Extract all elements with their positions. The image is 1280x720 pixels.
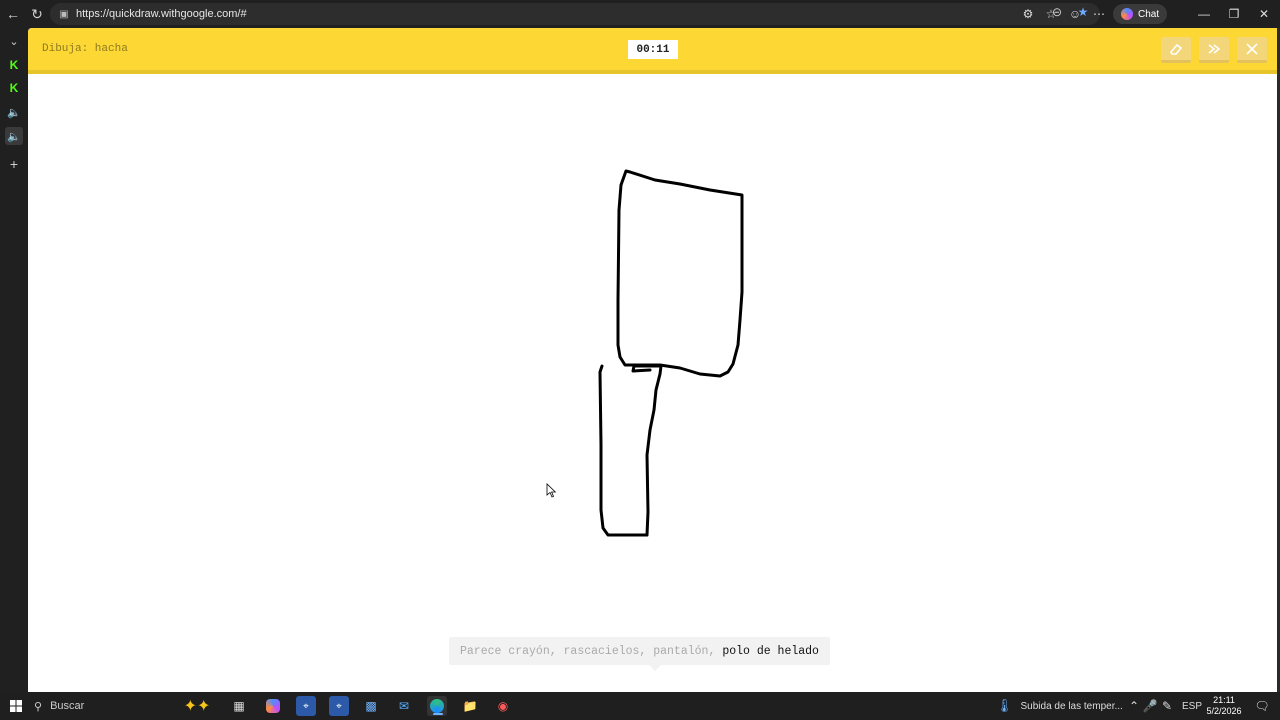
draw-prompt: Dibuja: hacha bbox=[42, 43, 128, 55]
reload-icon[interactable]: ↻ bbox=[25, 2, 49, 26]
site-info-icon[interactable]: ▣ bbox=[58, 8, 70, 20]
address-bar[interactable]: ▣ https://quickdraw.withgoogle.com/# ⊝ ★ bbox=[50, 3, 1100, 25]
app-icon-vscode-2[interactable]: ⌖ bbox=[329, 696, 349, 716]
store-icon[interactable]: ▩ bbox=[361, 696, 381, 716]
notifications-icon[interactable]: 🗨 bbox=[1252, 696, 1272, 716]
language-label: ESP bbox=[1182, 700, 1203, 712]
file-explorer-icon[interactable]: 📁 bbox=[460, 696, 480, 716]
close-icon bbox=[1246, 42, 1258, 55]
edge-browser-icon[interactable] bbox=[427, 696, 447, 716]
eraser-icon bbox=[1170, 43, 1183, 55]
eraser-button[interactable] bbox=[1161, 37, 1191, 63]
guess-bubble-tip bbox=[649, 665, 661, 671]
drawing-canvas[interactable] bbox=[28, 78, 1277, 692]
mouse-cursor-icon bbox=[546, 483, 557, 498]
copilot-chat-button[interactable]: Chat bbox=[1113, 4, 1168, 24]
copilot-icon bbox=[1121, 8, 1133, 20]
app-icon-vscode-1[interactable]: ⌖ bbox=[296, 696, 316, 716]
weather-text: Subida de las temper... bbox=[1020, 700, 1123, 712]
language-indicator[interactable]: ESP bbox=[1182, 692, 1202, 720]
search-icon: ⚲ bbox=[34, 700, 43, 713]
task-view-icon[interactable]: ▦ bbox=[229, 696, 249, 716]
close-window-icon[interactable]: ✕ bbox=[1248, 0, 1280, 28]
app-icon-red[interactable]: ◉ bbox=[493, 696, 513, 716]
search-label: Buscar bbox=[50, 700, 85, 712]
sparkle-widget-icon[interactable]: ✦✦ bbox=[180, 696, 214, 716]
skip-icon bbox=[1208, 43, 1221, 54]
quickdraw-app: Dibuja: hacha 00:11 Parece crayón, rasca… bbox=[28, 28, 1277, 692]
kick-app-icon[interactable]: K bbox=[5, 56, 23, 74]
active-indicator bbox=[433, 713, 443, 715]
kick-app-icon-2[interactable]: K bbox=[5, 79, 23, 97]
chevron-down-icon[interactable]: ⌄ bbox=[5, 32, 23, 50]
speaker-icon[interactable]: 🔈 bbox=[5, 103, 23, 121]
thermometer-icon: 🌡 bbox=[996, 698, 1013, 713]
previous-guesses: Parece crayón, rascacielos, pantalón, bbox=[460, 644, 716, 658]
guess-bubble: Parece crayón, rascacielos, pantalón, po… bbox=[449, 637, 830, 665]
add-icon[interactable]: + bbox=[5, 155, 23, 173]
timer: 00:11 bbox=[628, 40, 678, 59]
date-text: 5/2/2026 bbox=[1206, 706, 1242, 716]
restore-icon[interactable]: ❐ bbox=[1218, 0, 1250, 28]
back-icon[interactable]: ← bbox=[1, 2, 25, 26]
browser-toolbar: ← ↻ ▣ https://quickdraw.withgoogle.com/#… bbox=[0, 0, 1280, 28]
browser-sidebar: ⌄ K K 🔈 🔈 + bbox=[0, 28, 28, 692]
minimize-icon[interactable]: — bbox=[1188, 0, 1220, 28]
profile-avatar-icon[interactable]: ☺ bbox=[1065, 4, 1085, 24]
favorites-icon[interactable]: ☆ bbox=[1041, 4, 1061, 24]
game-header: Dibuja: hacha 00:11 bbox=[28, 28, 1277, 74]
taskbar: ⚲ Buscar ✦✦ ▦ ⌖ ⌖ ▩ ✉ 📁 ◉ 🌡 Subida de la… bbox=[0, 692, 1280, 720]
clock[interactable]: 21:11 5/2/2026 bbox=[1204, 695, 1244, 717]
chat-label: Chat bbox=[1138, 8, 1160, 20]
windows-start-icon[interactable] bbox=[6, 696, 26, 716]
copilot-taskbar-icon[interactable] bbox=[263, 696, 283, 716]
current-guess: polo de helado bbox=[722, 644, 819, 658]
drawing-svg bbox=[546, 169, 744, 537]
time-text: 21:11 bbox=[1213, 695, 1235, 705]
close-game-button[interactable] bbox=[1237, 37, 1267, 63]
axe-handle-stroke bbox=[598, 364, 663, 537]
skip-button[interactable] bbox=[1199, 37, 1229, 63]
weather-widget[interactable]: 🌡 Subida de las temper... bbox=[996, 692, 1123, 720]
extension-icon[interactable]: ⚙ bbox=[1018, 4, 1038, 24]
url-text: https://quickdraw.withgoogle.com/# bbox=[76, 8, 247, 20]
mail-icon[interactable]: ✉ bbox=[394, 696, 414, 716]
axe-blade-stroke bbox=[616, 169, 744, 378]
speaker-icon-active[interactable]: 🔈 bbox=[5, 127, 23, 145]
pen-icon[interactable]: ✎ bbox=[1157, 696, 1177, 716]
more-menu-icon[interactable]: ⋯ bbox=[1089, 4, 1109, 24]
